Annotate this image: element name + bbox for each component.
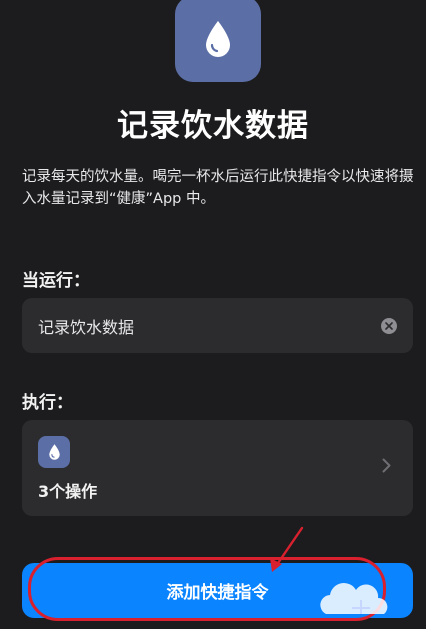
water-drop-icon (38, 436, 70, 468)
shortcut-description: 记录每天的饮水量。喝完一杯水后运行此快捷指令以快速将摄入水量记录到“健康”App… (22, 169, 414, 207)
do-label: 执行： (22, 393, 73, 413)
shortcut-title: 记录饮水数据 (117, 108, 309, 144)
actions-card[interactable]: 3个操作 (22, 420, 413, 516)
add-shortcut-button[interactable]: 添加快捷指令 (22, 563, 413, 618)
water-drop-icon (206, 21, 230, 57)
water-drop-app-icon (175, 0, 261, 82)
action-count: 3个操作 (38, 482, 98, 501)
clear-x-icon[interactable] (381, 317, 397, 334)
when-run-field[interactable]: 记录饮水数据 (22, 298, 413, 353)
when-run-label: 当运行： (22, 271, 90, 291)
chevron-right-icon (382, 458, 391, 473)
when-run-field-value: 记录饮水数据 (38, 317, 135, 337)
